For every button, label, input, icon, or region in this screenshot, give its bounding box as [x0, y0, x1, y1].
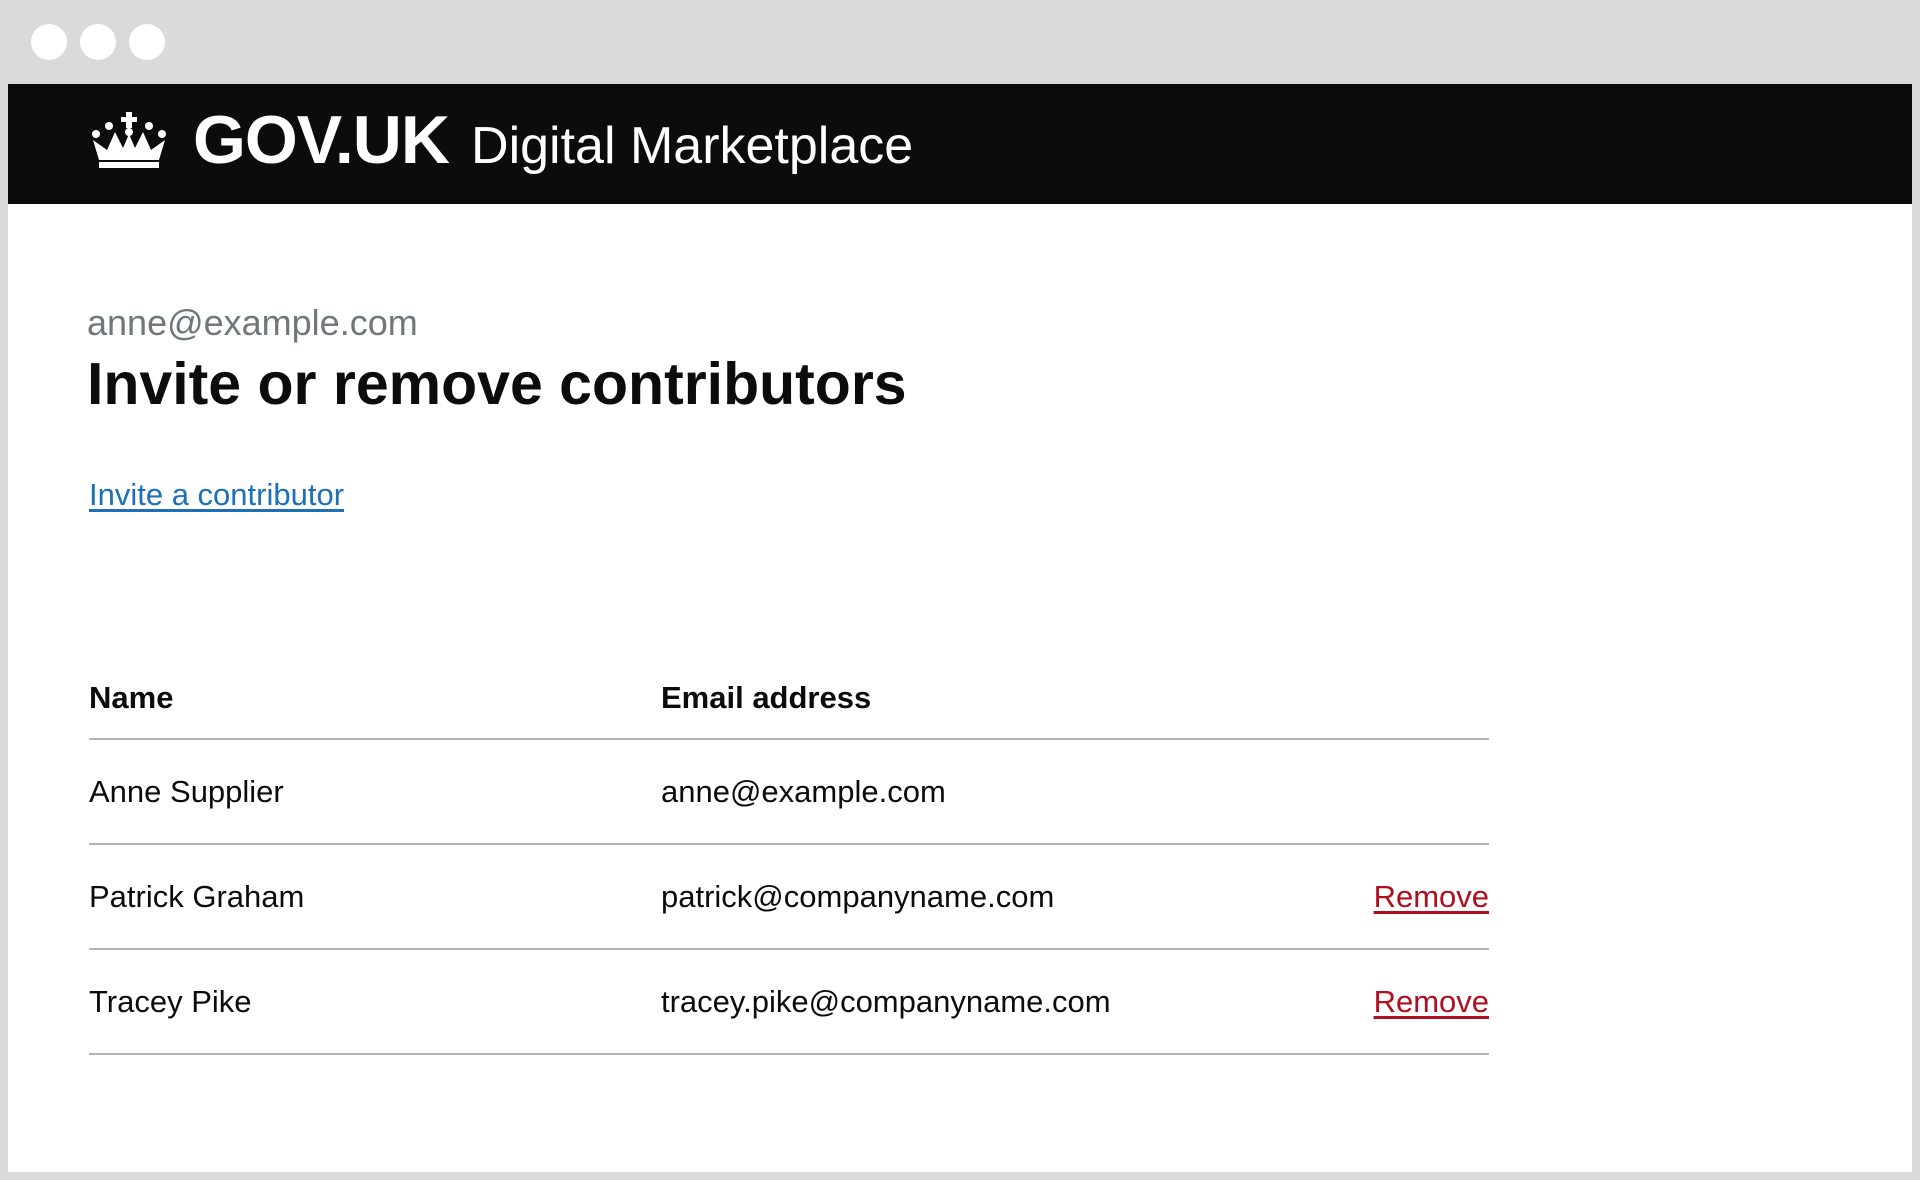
- window-close-dot[interactable]: [31, 24, 67, 60]
- page-viewport: GOV.UK Digital Marketplace anne@example.…: [8, 84, 1912, 1172]
- table-row: Patrick Graham patrick@companyname.com R…: [89, 845, 1489, 950]
- contributor-email: tracey.pike@companyname.com: [661, 983, 1111, 1019]
- column-header-name: Name: [89, 680, 174, 715]
- crown-icon: [92, 112, 166, 168]
- contributors-table: Name Email address Anne Supplier anne@ex…: [89, 632, 1489, 1055]
- invite-contributor-link[interactable]: Invite a contributor: [89, 477, 344, 513]
- window-maximize-dot[interactable]: [129, 24, 165, 60]
- page-title: Invite or remove contributors: [87, 351, 907, 417]
- column-header-email: Email address: [661, 680, 872, 715]
- table-header-row: Name Email address: [89, 632, 1489, 740]
- remove-contributor-link[interactable]: Remove: [1374, 879, 1489, 915]
- site-header: GOV.UK Digital Marketplace: [8, 84, 1912, 204]
- govuk-wordmark: GOV.UK: [193, 102, 450, 178]
- window-controls: [31, 24, 165, 60]
- table-row: Anne Supplier anne@example.com: [89, 740, 1489, 845]
- contributor-name: Anne Supplier: [89, 773, 284, 809]
- contributor-email: anne@example.com: [661, 773, 946, 809]
- remove-contributor-link[interactable]: Remove: [1374, 984, 1489, 1020]
- window-minimize-dot[interactable]: [80, 24, 116, 60]
- page-caption: anne@example.com: [87, 302, 418, 343]
- table-row: Tracey Pike tracey.pike@companyname.com …: [89, 950, 1489, 1055]
- service-name[interactable]: Digital Marketplace: [471, 120, 913, 172]
- home-link[interactable]: GOV.UK Digital Marketplace: [87, 102, 913, 178]
- contributor-email: patrick@companyname.com: [661, 878, 1055, 914]
- browser-window: GOV.UK Digital Marketplace anne@example.…: [0, 0, 1920, 1180]
- contributor-name: Patrick Graham: [89, 878, 305, 914]
- contributor-name: Tracey Pike: [89, 983, 252, 1019]
